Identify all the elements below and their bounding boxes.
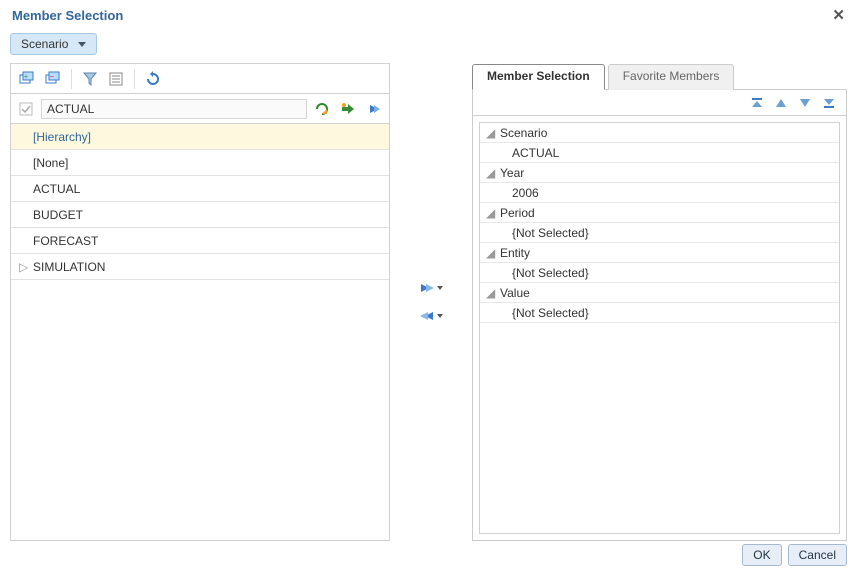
tree-item[interactable]: [None]	[11, 150, 389, 176]
ok-button[interactable]: OK	[742, 544, 781, 566]
dimension-row[interactable]: ◢Year	[480, 163, 839, 183]
chevron-down-icon	[437, 286, 443, 290]
tree-item[interactable]: FORECAST	[11, 228, 389, 254]
find-next-icon[interactable]	[337, 98, 359, 120]
move-down-icon[interactable]	[794, 92, 816, 114]
selection-tree: ◢Scenario ACTUAL ◢Year 2006 ◢Period {Not…	[479, 122, 840, 534]
svg-text:−: −	[50, 72, 55, 81]
dimension-row[interactable]: ◢Value	[480, 283, 839, 303]
expand-all-icon[interactable]: +	[15, 67, 39, 91]
tree-item-label: [None]	[33, 156, 68, 170]
search-input[interactable]	[41, 99, 307, 119]
dimension-row[interactable]: ◢Scenario	[480, 123, 839, 143]
tree-item[interactable]: ACTUAL	[11, 176, 389, 202]
selected-member-row[interactable]: {Not Selected}	[480, 223, 839, 243]
tab-strip: Member Selection Favorite Members	[472, 63, 847, 89]
add-button[interactable]	[419, 281, 443, 295]
move-bottom-icon[interactable]	[818, 92, 840, 114]
remove-button[interactable]	[419, 309, 443, 323]
source-panel: + −	[10, 63, 390, 541]
tree-item[interactable]: ▷ SIMULATION	[11, 254, 389, 280]
chevron-down-icon	[437, 314, 443, 318]
list-view-icon[interactable]	[104, 67, 128, 91]
tree-item[interactable]: BUDGET	[11, 202, 389, 228]
search-row	[11, 94, 389, 124]
collapse-icon: ◢	[486, 126, 496, 140]
refresh-icon[interactable]	[141, 67, 165, 91]
tree-item-label: BUDGET	[33, 208, 83, 222]
move-up-icon[interactable]	[770, 92, 792, 114]
selected-member-row[interactable]: 2006	[480, 183, 839, 203]
find-prev-icon[interactable]	[363, 98, 385, 120]
hierarchy-label: [Hierarchy]	[33, 130, 91, 144]
dimension-dropdown[interactable]: Scenario	[10, 33, 97, 55]
expand-icon[interactable]: ▷	[19, 260, 31, 274]
select-mode-icon[interactable]	[15, 98, 37, 120]
target-box: ◢Scenario ACTUAL ◢Year 2006 ◢Period {Not…	[472, 89, 847, 541]
selected-member-row[interactable]: {Not Selected}	[480, 263, 839, 283]
close-icon[interactable]: ✕	[832, 6, 845, 24]
collapse-icon: ◢	[486, 286, 496, 300]
arrow-left-icon	[419, 309, 435, 323]
tab-member-selection[interactable]: Member Selection	[472, 64, 605, 90]
tree-item-label: FORECAST	[33, 234, 98, 248]
source-tree: [Hierarchy] [None] ACTUAL BUDGET FORECAS…	[11, 124, 389, 540]
collapse-icon: ◢	[486, 246, 496, 260]
find-icon[interactable]	[311, 98, 333, 120]
dimension-row[interactable]: ◢Entity	[480, 243, 839, 263]
tree-item-label: SIMULATION	[33, 260, 105, 274]
collapse-icon: ◢	[486, 166, 496, 180]
arrow-right-icon	[419, 281, 435, 295]
chevron-down-icon	[78, 42, 86, 47]
dialog-title-bar: Member Selection ✕	[0, 0, 857, 31]
filter-icon[interactable]	[78, 67, 102, 91]
target-panel: Member Selection Favorite Members ◢Scena…	[472, 63, 847, 541]
member-selection-dialog: Member Selection ✕ Scenario + −	[0, 0, 857, 572]
dialog-footer: OK Cancel	[742, 544, 847, 566]
target-toolbar	[473, 90, 846, 116]
tree-hierarchy-header[interactable]: [Hierarchy]	[11, 124, 389, 150]
tree-item-label: ACTUAL	[33, 182, 80, 196]
svg-text:+: +	[24, 72, 29, 81]
cancel-button[interactable]: Cancel	[788, 544, 847, 566]
source-toolbar: + −	[11, 64, 389, 94]
move-top-icon[interactable]	[746, 92, 768, 114]
collapse-all-icon[interactable]: −	[41, 67, 65, 91]
dimension-dropdown-label: Scenario	[21, 37, 68, 51]
dialog-title: Member Selection	[12, 8, 123, 23]
tab-favorite-members[interactable]: Favorite Members	[608, 64, 735, 90]
shuttle-column	[396, 63, 466, 541]
selected-member-row[interactable]: ACTUAL	[480, 143, 839, 163]
collapse-icon: ◢	[486, 206, 496, 220]
dimension-row[interactable]: ◢Period	[480, 203, 839, 223]
selected-member-row[interactable]: {Not Selected}	[480, 303, 839, 323]
